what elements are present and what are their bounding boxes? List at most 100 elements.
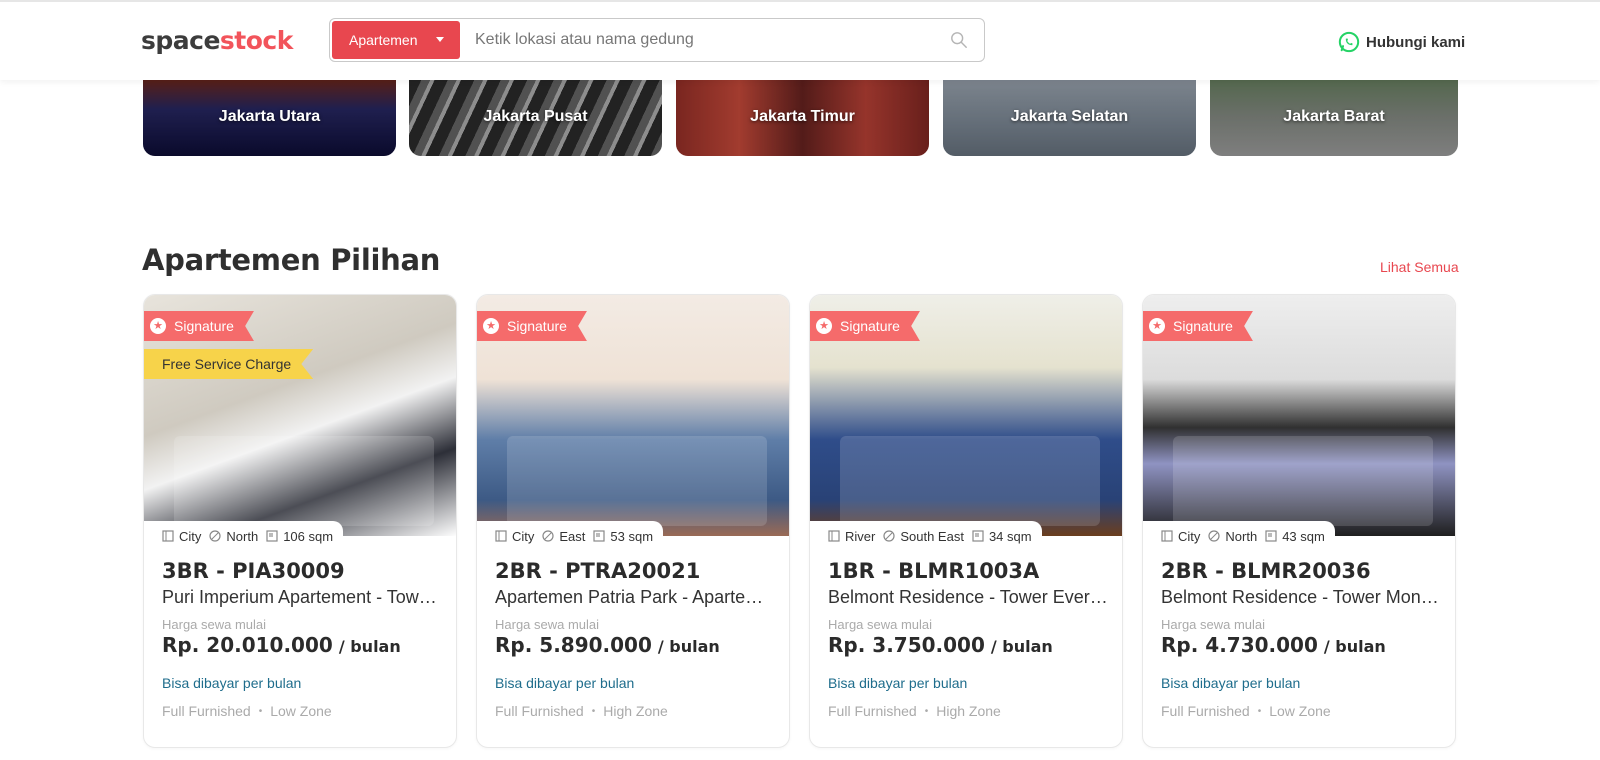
- unit-tags: Full Furnished • Low Zone: [1161, 703, 1331, 719]
- badge-label: Signature: [840, 318, 900, 334]
- star-icon: ★: [483, 318, 499, 334]
- listing-card[interactable]: ★ Signature City East 53 sqm 2BR - PTRA2…: [476, 294, 790, 748]
- compass-icon: [883, 530, 895, 542]
- signature-badge: ★ Signature: [1143, 311, 1253, 341]
- zone-tag: Low Zone: [270, 703, 332, 719]
- size-label: 106 sqm: [283, 528, 334, 544]
- city-tile-label: Jakarta Utara: [218, 108, 321, 125]
- direction-label: South East: [900, 528, 964, 544]
- unit-facts: River South East 34 sqm: [810, 521, 1042, 551]
- building-icon: [495, 530, 507, 542]
- star-icon: ★: [816, 318, 832, 334]
- monthly-payment-note: Bisa dibayar per bulan: [828, 675, 968, 691]
- star-icon: ★: [1149, 318, 1165, 334]
- city-tile-jakarta-selatan[interactable]: Jakarta Selatan: [943, 78, 1196, 156]
- promo-badge: Free Service Charge: [144, 349, 314, 379]
- price-value: Rp. 20.010.000: [162, 633, 333, 657]
- furnish-tag: Full Furnished: [495, 703, 584, 719]
- unit-tags: Full Furnished • High Zone: [828, 703, 1001, 719]
- site-logo[interactable]: spacestock: [141, 24, 293, 58]
- price-label: Harga sewa mulai: [495, 617, 600, 632]
- price: Rp. 5.890.000 / bulan: [495, 633, 720, 657]
- price-unit: / bulan: [338, 637, 401, 656]
- city-tile-label: Jakarta Pusat: [483, 108, 588, 125]
- tag-separator: •: [258, 705, 263, 717]
- city-tile-label: Jakarta Selatan: [1010, 108, 1129, 125]
- site-header: spacestock Apartemen Hubungi kami: [0, 0, 1600, 80]
- price-label: Harga sewa mulai: [1161, 617, 1266, 632]
- monthly-payment-note: Bisa dibayar per bulan: [495, 675, 635, 691]
- area-icon: [266, 530, 278, 542]
- unit-code: 2BR - PTRA20021: [495, 559, 701, 583]
- city-tile-jakarta-barat[interactable]: Jakarta Barat: [1210, 78, 1458, 156]
- logo-text-part1: space: [141, 26, 220, 55]
- furnish-tag: Full Furnished: [1161, 703, 1250, 719]
- price-value: Rp. 3.750.000: [828, 633, 985, 657]
- chevron-down-icon: [436, 37, 444, 42]
- listing-card[interactable]: ★ Signature River South East 34 sqm 1BR …: [809, 294, 1123, 748]
- badge-label: Signature: [1173, 318, 1233, 334]
- signature-badge: ★ Signature: [810, 311, 920, 341]
- tag-separator: •: [591, 705, 596, 717]
- direction-label: North: [1225, 528, 1258, 544]
- price-value: Rp. 5.890.000: [495, 633, 652, 657]
- monthly-payment-note: Bisa dibayar per bulan: [162, 675, 302, 691]
- view-label: City: [512, 528, 535, 544]
- compass-icon: [542, 530, 554, 542]
- unit-code: 2BR - BLMR20036: [1161, 559, 1371, 583]
- area-icon: [1265, 530, 1277, 542]
- price-label: Harga sewa mulai: [162, 617, 267, 632]
- signature-badge: ★ Signature: [477, 311, 587, 341]
- monthly-payment-note: Bisa dibayar per bulan: [1161, 675, 1301, 691]
- whatsapp-icon: [1338, 31, 1360, 53]
- size-label: 34 sqm: [988, 528, 1032, 544]
- price-unit: / bulan: [657, 637, 720, 656]
- search-icon[interactable]: [950, 31, 968, 49]
- see-all-link[interactable]: Lihat Semua: [1380, 259, 1459, 275]
- section-title: Apartemen Pilihan: [142, 243, 441, 277]
- price-unit: / bulan: [1323, 637, 1386, 656]
- listing-card[interactable]: ★ Signature Free Service Charge City Nor…: [143, 294, 457, 748]
- unit-tags: Full Furnished • Low Zone: [162, 703, 332, 719]
- area-icon: [593, 530, 606, 542]
- city-tile-label: Jakarta Timur: [750, 108, 855, 125]
- unit-tags: Full Furnished • High Zone: [495, 703, 668, 719]
- search-input[interactable]: [475, 25, 935, 55]
- search-bar: Apartemen: [329, 18, 985, 62]
- zone-tag: High Zone: [603, 703, 668, 719]
- unit-facts: City North 43 sqm: [1143, 521, 1335, 551]
- size-label: 43 sqm: [1282, 528, 1325, 544]
- size-label: 53 sqm: [610, 528, 654, 544]
- unit-facts: City North 106 sqm: [144, 521, 344, 551]
- price-label: Harga sewa mulai: [828, 617, 933, 632]
- property-type-dropdown[interactable]: Apartemen: [332, 21, 460, 59]
- area-icon: [972, 530, 984, 542]
- city-tile-jakarta-utara[interactable]: Jakarta Utara: [143, 78, 396, 156]
- city-tile-jakarta-pusat[interactable]: Jakarta Pusat: [409, 78, 662, 156]
- signature-badge: ★ Signature: [144, 311, 254, 341]
- building-icon: [162, 530, 174, 542]
- logo-text-part2: stock: [219, 26, 293, 55]
- compass-icon: [209, 530, 221, 542]
- property-name: Belmont Residence - Tower Evergreen: [828, 587, 1110, 607]
- contact-us-label: Hubungi kami: [1366, 33, 1466, 51]
- building-icon: [1161, 530, 1173, 542]
- price-unit: / bulan: [990, 637, 1053, 656]
- unit-facts: City East 53 sqm: [477, 521, 664, 551]
- view-label: City: [179, 528, 202, 544]
- tag-separator: •: [1257, 705, 1262, 717]
- zone-tag: Low Zone: [1269, 703, 1331, 719]
- city-tile-jakarta-timur[interactable]: Jakarta Timur: [676, 78, 929, 156]
- furnish-tag: Full Furnished: [828, 703, 917, 719]
- badge-label: Signature: [174, 318, 234, 334]
- unit-code: 1BR - BLMR1003A: [828, 559, 1040, 583]
- zone-tag: High Zone: [936, 703, 1001, 719]
- property-type-label: Apartemen: [349, 32, 418, 48]
- badge-label: Signature: [507, 318, 567, 334]
- city-tile-label: Jakarta Barat: [1283, 108, 1385, 125]
- price: Rp. 4.730.000 / bulan: [1161, 633, 1386, 657]
- direction-label: North: [226, 528, 259, 544]
- price: Rp. 3.750.000 / bulan: [828, 633, 1053, 657]
- contact-us-link[interactable]: Hubungi kami: [1338, 30, 1465, 54]
- listing-card[interactable]: ★ Signature City North 43 sqm 2BR - BLMR…: [1142, 294, 1456, 748]
